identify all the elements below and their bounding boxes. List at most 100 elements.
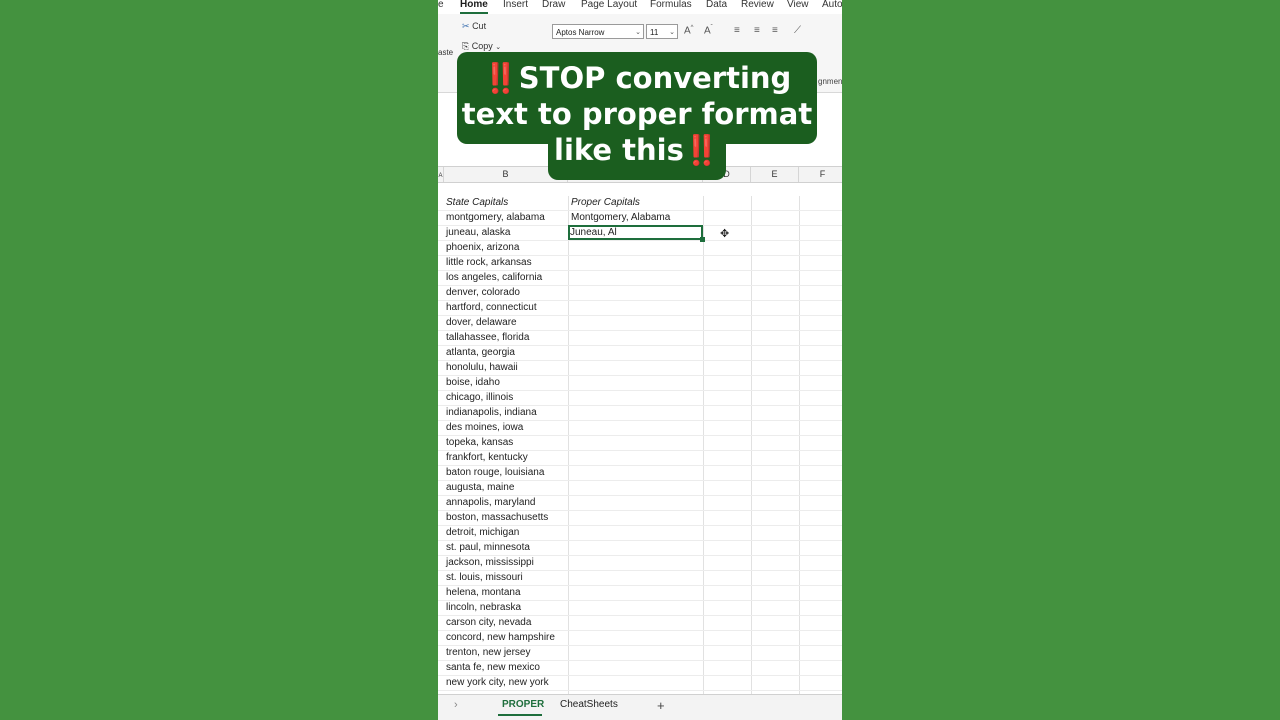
table-row: dover, delaware xyxy=(438,316,842,331)
cell-b[interactable]: helena, montana xyxy=(446,586,521,601)
table-row: detroit, michigan xyxy=(438,526,842,541)
tab-formulas[interactable]: Formulas xyxy=(650,0,692,10)
cell-b[interactable]: honolulu, hawaii xyxy=(446,361,518,376)
increase-font-size-icon[interactable]: A^ xyxy=(684,25,694,36)
cell-b[interactable]: augusta, maine xyxy=(446,481,514,496)
alignment-group-label: gnmen xyxy=(818,77,842,86)
cell-c[interactable]: Montgomery, Alabama xyxy=(571,211,670,226)
background-left xyxy=(0,0,438,720)
table-row: frankfort, kentucky xyxy=(438,451,842,466)
cell-b[interactable]: juneau, alaska xyxy=(446,226,511,241)
cell-b[interactable]: baton rouge, louisiana xyxy=(446,466,544,481)
column-header-e[interactable]: E xyxy=(751,167,799,182)
table-row: new york city, new york xyxy=(438,676,842,691)
chevron-right-icon[interactable]: › xyxy=(454,699,458,711)
table-row: topeka, kansas xyxy=(438,436,842,451)
copy-button[interactable]: ⎘ Copy ⌄ xyxy=(462,41,501,52)
tab-review[interactable]: Review xyxy=(741,0,774,10)
align-middle-icon[interactable]: ≡ xyxy=(754,25,760,36)
cell-b[interactable]: dover, delaware xyxy=(446,316,517,331)
fill-handle[interactable] xyxy=(700,237,705,242)
cell-edit-input[interactable]: Juneau, Al xyxy=(570,226,617,240)
cell-b[interactable]: lincoln, nebraska xyxy=(446,601,521,616)
table-row: boise, idaho xyxy=(438,376,842,391)
header-proper-capitals[interactable]: Proper Capitals xyxy=(571,196,640,211)
spreadsheet-grid[interactable]: State Capitals Proper Capitals montgomer… xyxy=(438,196,842,696)
cell-b[interactable]: jackson, mississippi xyxy=(446,556,534,571)
cell-b[interactable]: st. paul, minnesota xyxy=(446,541,530,556)
align-top-icon[interactable]: ≡ xyxy=(734,25,740,36)
align-bottom-icon[interactable]: ≡ xyxy=(772,25,778,36)
overlay-line-1-text: STOP converting xyxy=(518,61,792,95)
font-size-value: 11 xyxy=(650,28,659,37)
cut-label: Cut xyxy=(472,21,487,31)
cell-b[interactable]: tallahassee, florida xyxy=(446,331,529,346)
column-header-f[interactable]: F xyxy=(799,167,842,182)
tab-page-layout[interactable]: Page Layout xyxy=(581,0,637,10)
sheet-tab-cheatsheets[interactable]: CheatSheets xyxy=(560,699,618,710)
table-row: st. paul, minnesota xyxy=(438,541,842,556)
cell-b[interactable]: chicago, illinois xyxy=(446,391,513,406)
copy-label: Copy xyxy=(471,41,493,51)
tab-file[interactable]: e xyxy=(438,0,444,10)
cell-b[interactable]: trenton, new jersey xyxy=(446,646,531,661)
cell-b[interactable]: concord, new hampshire xyxy=(446,631,555,646)
tab-home[interactable]: Home xyxy=(460,0,488,10)
cell-b[interactable]: annapolis, maryland xyxy=(446,496,536,511)
cell-b[interactable]: detroit, michigan xyxy=(446,526,519,541)
cell-b[interactable]: topeka, kansas xyxy=(446,436,513,451)
cell-b[interactable]: carson city, nevada xyxy=(446,616,531,631)
tab-insert[interactable]: Insert xyxy=(503,0,528,10)
cell-b[interactable]: los angeles, california xyxy=(446,271,542,286)
cell-b[interactable]: boise, idaho xyxy=(446,376,500,391)
table-row: helena, montana xyxy=(438,586,842,601)
table-row: little rock, arkansas xyxy=(438,256,842,271)
overlay-line-1: ‼️STOP converting xyxy=(457,60,817,96)
cell-b[interactable]: phoenix, arizona xyxy=(446,241,519,256)
cell-b[interactable]: frankfort, kentucky xyxy=(446,451,528,466)
table-row: denver, colorado xyxy=(438,286,842,301)
font-name-select[interactable]: Aptos Narrow ⌄ xyxy=(552,24,644,39)
font-size-select[interactable]: 11 ⌄ xyxy=(646,24,678,39)
paste-button[interactable]: aste xyxy=(438,48,453,57)
decrease-font-size-icon[interactable]: Aˇ xyxy=(704,25,713,36)
copy-icon: ⎘ xyxy=(462,41,470,51)
tab-data[interactable]: Data xyxy=(706,0,727,10)
cell-b[interactable]: st. louis, missouri xyxy=(446,571,523,586)
chevron-down-icon: ⌄ xyxy=(495,44,502,51)
cell-b[interactable]: new york city, new york xyxy=(446,676,549,691)
cell-b[interactable]: hartford, connecticut xyxy=(446,301,537,316)
header-state-capitals[interactable]: State Capitals xyxy=(446,196,508,211)
cell-b[interactable]: montgomery, alabama xyxy=(446,211,545,226)
cell-b[interactable]: denver, colorado xyxy=(446,286,520,301)
cell-b[interactable]: little rock, arkansas xyxy=(446,256,532,271)
cut-button[interactable]: ✂ Cut xyxy=(462,21,486,32)
add-sheet-icon[interactable]: + xyxy=(657,698,665,713)
cell-b[interactable]: santa fe, new mexico xyxy=(446,661,540,676)
overlay-line-3: like this‼️ xyxy=(457,132,817,168)
double-exclamation-icon: ‼️ xyxy=(482,61,519,95)
cell-b[interactable]: atlanta, georgia xyxy=(446,346,515,361)
table-row: montgomery, alabama Montgomery, Alabama xyxy=(438,211,842,226)
cell-b[interactable]: des moines, iowa xyxy=(446,421,523,436)
table-row: chicago, illinois xyxy=(438,391,842,406)
table-row: boston, massachusetts xyxy=(438,511,842,526)
cell-b[interactable]: indianapolis, indiana xyxy=(446,406,537,421)
tab-view[interactable]: View xyxy=(787,0,809,10)
overlay-line-2: text to proper format xyxy=(461,97,813,131)
cell-b[interactable]: boston, massachusetts xyxy=(446,511,548,526)
table-row: hartford, connecticut xyxy=(438,301,842,316)
table-row: st. louis, missouri xyxy=(438,571,842,586)
tab-automate[interactable]: Auto xyxy=(822,0,842,10)
table-row: tallahassee, florida xyxy=(438,331,842,346)
overlay-line-3-text: like this xyxy=(554,133,684,167)
table-row: carson city, nevada xyxy=(438,616,842,631)
chevron-down-icon: ⌄ xyxy=(669,29,675,36)
table-row: annapolis, maryland xyxy=(438,496,842,511)
sheet-tab-proper[interactable]: PROPER xyxy=(502,699,544,710)
orientation-icon[interactable]: ⟋ xyxy=(794,25,801,36)
scissors-icon: ✂ xyxy=(462,21,470,31)
chevron-down-icon: ⌄ xyxy=(635,29,641,36)
table-row: jackson, mississippi xyxy=(438,556,842,571)
tab-draw[interactable]: Draw xyxy=(542,0,565,10)
